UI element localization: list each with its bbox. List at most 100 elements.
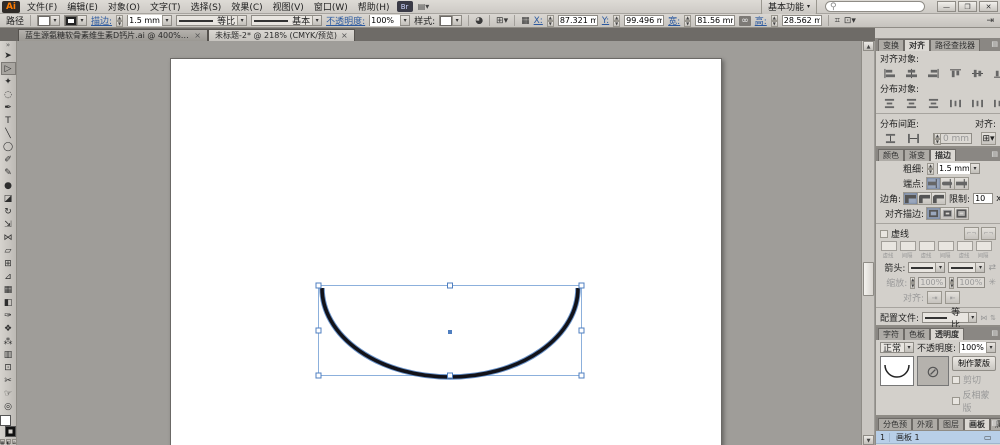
blob-brush-tool[interactable]: ● xyxy=(1,179,16,192)
dash-input-3[interactable] xyxy=(919,241,935,251)
y-stepper[interactable]: ▲▼ xyxy=(613,15,620,26)
tab-transparency-透明度[interactable]: 透明度 xyxy=(930,328,964,340)
tab-align-路径查找器[interactable]: 路径查找器 xyxy=(930,39,980,51)
limit-input[interactable] xyxy=(973,193,993,204)
menu-item-视图[interactable]: 视图(V) xyxy=(268,0,309,14)
stroke-weight-combo[interactable]: ▾ xyxy=(127,15,172,26)
scale-end-input[interactable] xyxy=(957,277,985,288)
symbol-sprayer-tool[interactable]: ⁂ xyxy=(1,335,16,348)
menu-item-编辑[interactable]: 编辑(E) xyxy=(62,0,103,14)
transparency-opacity-input[interactable] xyxy=(960,342,986,353)
tab-stroke-描边[interactable]: 描边 xyxy=(930,149,956,161)
restore-button[interactable]: ❐ xyxy=(958,1,977,12)
opacity-combo[interactable]: ▾ xyxy=(369,15,410,26)
flip-along-icon[interactable]: ⋈ xyxy=(980,314,987,322)
align-right-icon[interactable] xyxy=(927,67,940,80)
menu-item-选择[interactable]: 选择(S) xyxy=(186,0,227,14)
isolate-selection-icon[interactable]: ⊡▾ xyxy=(844,16,856,26)
height-input[interactable] xyxy=(782,15,822,26)
magic-wand-tool[interactable]: ✦ xyxy=(1,75,16,88)
bridge-icon[interactable]: Br xyxy=(397,1,413,12)
reference-point-icon[interactable]: ▦ xyxy=(521,16,530,26)
swap-arrowheads-icon[interactable]: ⇄ xyxy=(988,263,996,273)
direct-selection-tool[interactable]: ▷ xyxy=(1,62,16,75)
dash-input-1[interactable] xyxy=(881,241,897,251)
free-transform-tool[interactable]: ▱ xyxy=(1,244,16,257)
recolor-artwork-icon[interactable]: ◕ xyxy=(475,16,483,26)
x-label[interactable]: X: xyxy=(534,16,543,26)
mesh-tool[interactable]: ▦ xyxy=(1,283,16,296)
link-dimensions-icon[interactable]: ∞ xyxy=(739,16,751,26)
menu-item-帮助[interactable]: 帮助(H) xyxy=(353,0,395,14)
scale-tool[interactable]: ⇲ xyxy=(1,218,16,231)
lasso-tool[interactable]: ◌ xyxy=(1,88,16,101)
stroke-weight-input[interactable] xyxy=(128,15,162,26)
pen-tool[interactable]: ✒ xyxy=(1,101,16,114)
align-to-dropdown[interactable]: ⊞▾ xyxy=(981,132,996,145)
dash-input-6[interactable] xyxy=(976,241,992,251)
dash-input-4[interactable] xyxy=(938,241,954,251)
cap-round-icon[interactable] xyxy=(940,177,955,190)
menu-item-效果[interactable]: 效果(C) xyxy=(226,0,267,14)
vertical-scrollbar[interactable]: ▲ ▼ xyxy=(861,41,874,445)
rotate-tool[interactable]: ↻ xyxy=(1,205,16,218)
tab-artboards-分色预[interactable]: 分色预 xyxy=(878,418,912,430)
arrange-documents-icon[interactable]: ▤▾ xyxy=(415,1,433,12)
panel-menu-icon[interactable]: ▤ xyxy=(991,419,998,427)
panel-menu-icon[interactable]: ▤ xyxy=(991,40,998,48)
tab-artboards-图层[interactable]: 图层 xyxy=(938,418,964,430)
canvas[interactable]: ▲ ▼ xyxy=(17,41,875,445)
type-tool[interactable]: T xyxy=(1,114,16,127)
perspective-grid-tool[interactable]: ⊿ xyxy=(1,270,16,283)
tab-align-变换[interactable]: 变换 xyxy=(878,39,904,51)
toolbar-collapse-icon[interactable]: » xyxy=(6,41,10,49)
stroke-proxy[interactable] xyxy=(5,426,16,437)
tab-stroke-渐变[interactable]: 渐变 xyxy=(904,149,930,161)
arrow-start-dropdown[interactable]: ▾ xyxy=(908,262,945,273)
search-input[interactable]: ⚲ xyxy=(825,1,925,12)
align-vcenter-icon[interactable] xyxy=(971,67,984,80)
artboard-row[interactable]: 1画板 1▭ xyxy=(876,431,1000,444)
dist-hcenter-icon[interactable] xyxy=(971,97,984,110)
align-options-icon[interactable]: ⊞▾ xyxy=(496,16,508,26)
clip-checkbox[interactable] xyxy=(952,376,960,384)
align-hcenter-icon[interactable] xyxy=(905,67,918,80)
none-mode-icon[interactable]: ⊘ xyxy=(12,439,17,444)
dist-bottom-icon[interactable] xyxy=(927,97,940,110)
arrow-align-end-icon[interactable]: ⇤ xyxy=(945,291,960,304)
gradient-mode-icon[interactable]: ◧ xyxy=(6,439,11,444)
dist-top-icon[interactable] xyxy=(883,97,896,110)
hand-tool[interactable]: ☞ xyxy=(1,387,16,400)
shape-builder-tool[interactable]: ⊞ xyxy=(1,257,16,270)
dashed-line-checkbox[interactable] xyxy=(880,230,888,238)
document-tab-2[interactable]: 未标题-2* @ 218% (CMYK/预览)× xyxy=(208,29,355,41)
align-top-icon[interactable] xyxy=(949,67,962,80)
tab-transparency-色板[interactable]: 色板 xyxy=(904,328,930,340)
tab-align-对齐[interactable]: 对齐 xyxy=(904,39,930,51)
cap-square-icon[interactable] xyxy=(954,177,969,190)
pencil-tool[interactable]: ✎ xyxy=(1,166,16,179)
dash-input-2[interactable] xyxy=(900,241,916,251)
align-bottom-icon[interactable] xyxy=(993,67,1000,80)
height-stepper[interactable]: ▲▼ xyxy=(771,15,778,26)
width-input[interactable] xyxy=(695,15,735,26)
line-segment-tool[interactable]: ╲ xyxy=(1,127,16,140)
make-mask-button[interactable]: 制作蒙版 xyxy=(952,356,996,371)
eyedropper-tool[interactable]: ✑ xyxy=(1,309,16,322)
eraser-tool[interactable]: ◪ xyxy=(1,192,16,205)
distribute-vspace-icon[interactable] xyxy=(883,132,898,145)
width-label[interactable]: 宽: xyxy=(668,14,680,27)
width-stepper[interactable]: ▲▼ xyxy=(684,15,691,26)
spacing-combo[interactable]: ▲▼0 mm xyxy=(933,133,972,144)
zoom-tool[interactable]: ◎ xyxy=(1,400,16,413)
y-label[interactable]: Y: xyxy=(602,16,609,26)
close-tab-icon[interactable]: × xyxy=(194,31,201,40)
style-dropdown[interactable]: ▾ xyxy=(439,15,462,26)
tab-artboards-外观[interactable]: 外观 xyxy=(912,418,938,430)
tab-stroke-颜色[interactable]: 颜色 xyxy=(878,149,904,161)
fill-proxy[interactable] xyxy=(0,415,11,426)
opacity-panel-link[interactable]: 不透明度: xyxy=(326,14,365,27)
transparency-opacity-combo[interactable]: ▾ xyxy=(959,342,996,353)
x-input[interactable] xyxy=(558,15,598,26)
document-tab-1[interactable]: 蓝生源氨糖软骨素维生素D钙片.ai @ 400% (CMYK/预览)× xyxy=(18,29,208,41)
